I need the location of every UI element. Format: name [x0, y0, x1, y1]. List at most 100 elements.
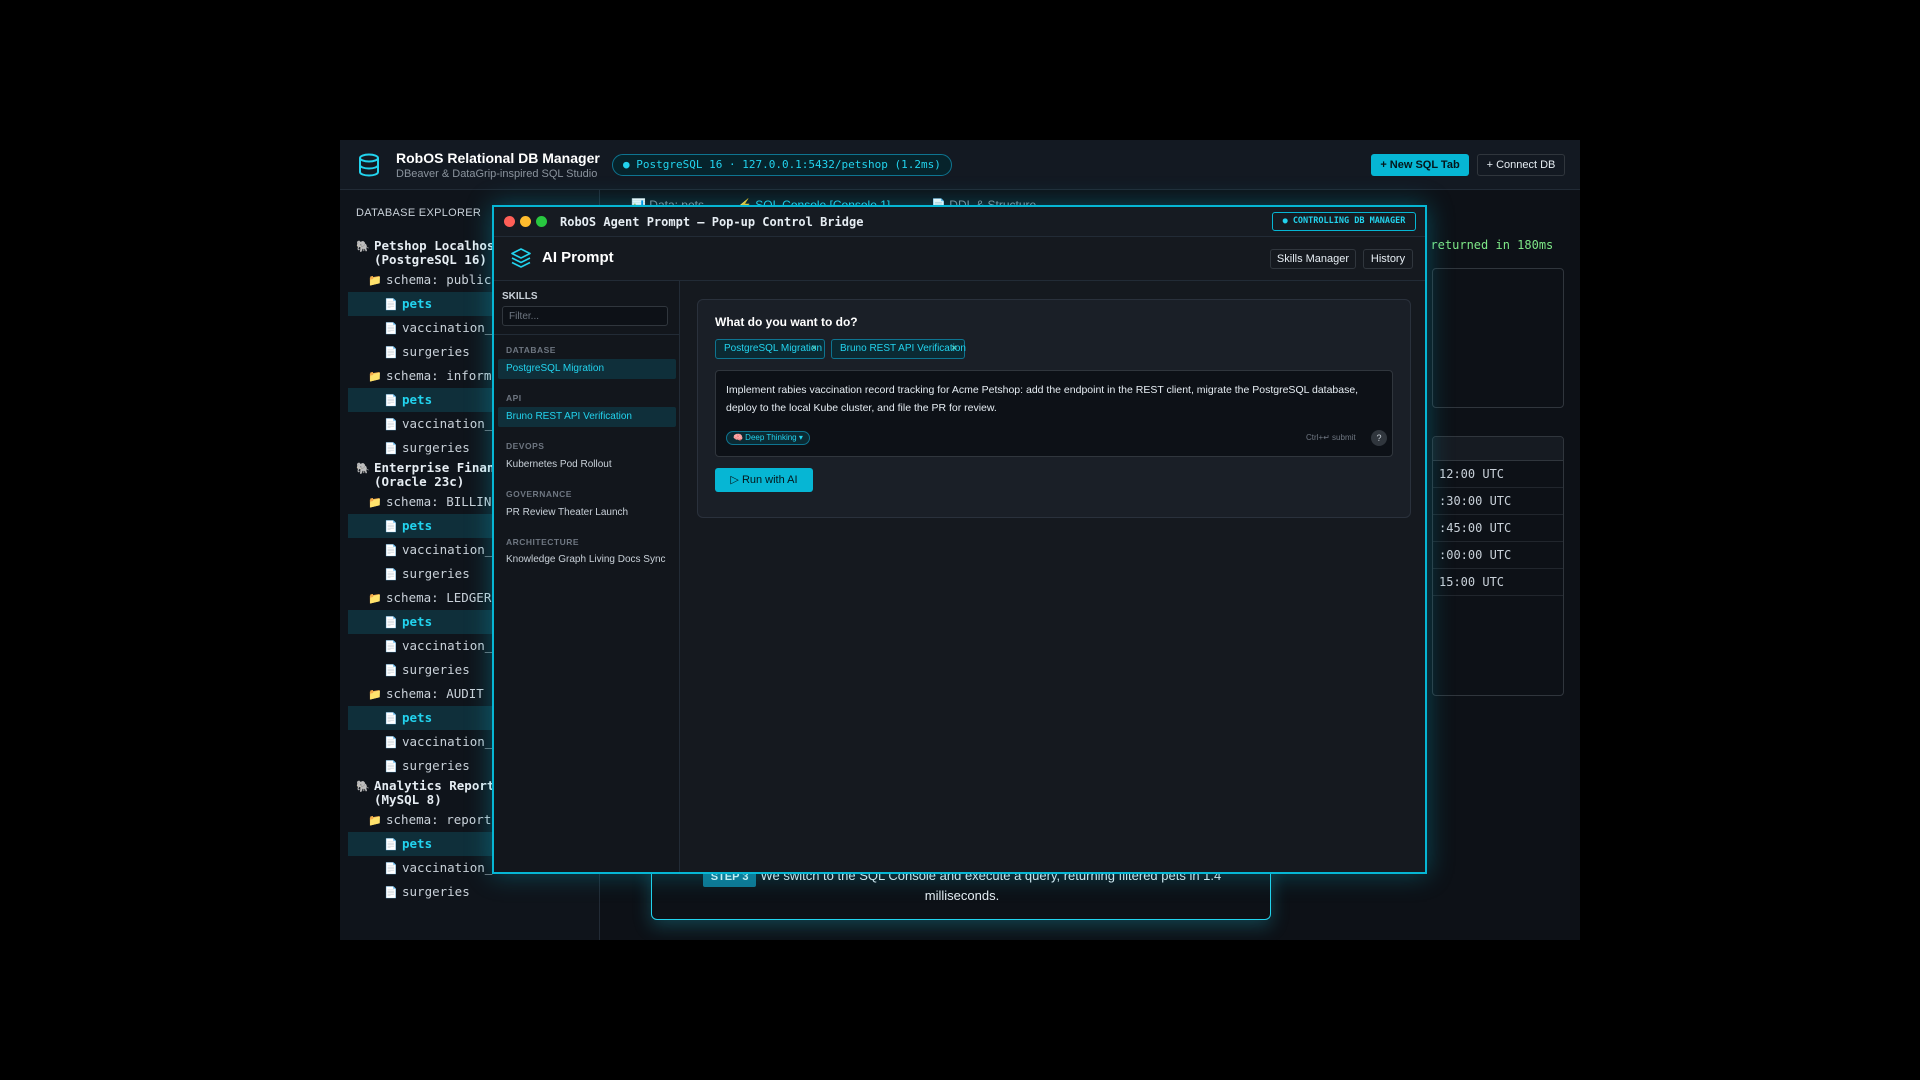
file-icon: 📄 — [384, 712, 398, 725]
table-row[interactable]: :45:00 UTC — [1433, 515, 1563, 542]
tree-database-node[interactable]: 🐘 Petshop Localhost (PostgreSQL 16) — [356, 238, 502, 268]
tree-table-node[interactable]: 📄 surgeries — [384, 658, 470, 682]
database-name: Analytics Report — [374, 778, 495, 793]
file-icon: 📄 — [384, 664, 398, 677]
maximize-window-button[interactable] — [536, 216, 547, 227]
tree-table-node[interactable]: 📄 surgeries — [384, 562, 470, 586]
skills-manager-button[interactable]: Skills Manager — [1270, 249, 1356, 269]
elephant-icon: 🐘 — [356, 780, 370, 793]
skill-item[interactable]: Bruno REST API Verification — [498, 407, 676, 427]
skill-category-label: API — [506, 393, 522, 403]
file-icon: 📄 — [384, 298, 398, 311]
skills-filter-input[interactable] — [502, 306, 668, 326]
tree-table-node[interactable]: 📄 vaccination_ — [384, 538, 492, 562]
help-button[interactable]: ? — [1371, 430, 1387, 446]
tree-table-node[interactable]: 📄 surgeries — [384, 340, 470, 364]
skill-item[interactable]: PostgreSQL Migration — [498, 359, 676, 379]
tree-schema-node[interactable]: 📁 schema: LEDGER — [368, 586, 491, 610]
connect-db-button[interactable]: + Connect DB — [1477, 154, 1565, 176]
database-icon — [359, 153, 379, 177]
table-row[interactable]: 12:00 UTC — [1433, 461, 1563, 488]
skill-item[interactable]: Knowledge Graph Living Docs Sync — [498, 551, 676, 579]
tree-schema-node[interactable]: 📁 schema: public — [368, 268, 491, 292]
tree-table-node[interactable]: 📄 surgeries — [384, 436, 470, 460]
minimize-window-button[interactable] — [520, 216, 531, 227]
database-name: Enterprise Finan — [374, 460, 495, 475]
tree-node-label: surgeries — [402, 566, 470, 581]
prompt-card: What do you want to do? PostgreSQL Migra… — [697, 299, 1411, 518]
close-window-button[interactable] — [504, 216, 515, 227]
explorer-title: DATABASE EXPLORER — [356, 207, 482, 219]
skill-chip[interactable]: Bruno REST API Verification × — [831, 339, 966, 359]
tree-schema-node[interactable]: 📁 schema: BILLING — [368, 490, 499, 514]
tree-schema-node[interactable]: 📁 schema: informa — [368, 364, 499, 388]
table-row[interactable]: 15:00 UTC — [1433, 569, 1563, 596]
deep-thinking-toggle[interactable]: 🧠 Deep Thinking ▾ — [726, 431, 810, 445]
run-with-ai-button[interactable]: ▷ Run with AI — [715, 468, 813, 492]
skill-chip[interactable]: PostgreSQL Migration × — [715, 339, 825, 359]
connection-status-badge[interactable]: ● PostgreSQL 16 · 127.0.0.1:5432/petshop… — [612, 154, 952, 176]
tree-schema-node[interactable]: 📁 schema: report — [368, 808, 491, 832]
database-name: Petshop Localhost — [374, 238, 502, 253]
skills-panel: SKILLS DATABASE PostgreSQL Migration API Br… — [494, 281, 680, 872]
tree-node-label: surgeries — [402, 662, 470, 677]
file-icon: 📄 — [384, 394, 398, 407]
folder-icon: 📁 — [368, 814, 382, 827]
tree-node-label: surgeries — [402, 884, 470, 899]
tree-node-label: vaccination_ — [402, 638, 493, 653]
history-button[interactable]: History — [1363, 249, 1413, 269]
skill-item[interactable]: Kubernetes Pod Rollout — [498, 455, 676, 475]
agent-prompt-modal: RobOS Agent Prompt — Pop-up Control Brid… — [492, 205, 1427, 874]
table-row[interactable]: :00:00 UTC — [1433, 542, 1563, 569]
tree-database-node[interactable]: 🐘 Enterprise Finan (Oracle 23c) — [356, 460, 494, 490]
table-row[interactable]: :30:00 UTC — [1433, 488, 1563, 515]
tree-node-label: pets — [402, 518, 433, 533]
new-sql-tab-button[interactable]: + New SQL Tab — [1371, 154, 1469, 176]
folder-icon: 📁 — [368, 688, 382, 701]
tree-node-label: schema: LEDGER — [386, 590, 492, 605]
folder-icon: 📁 — [368, 274, 382, 287]
tree-table-node[interactable]: 📄 surgeries — [384, 754, 470, 778]
tree-node-label: vaccination_ — [402, 320, 493, 335]
layers-icon — [511, 248, 531, 268]
tree-table-node[interactable]: 📄 vaccination_ — [384, 730, 492, 754]
file-icon: 📄 — [384, 862, 398, 875]
file-icon: 📄 — [384, 838, 398, 851]
sql-editor[interactable] — [1432, 268, 1564, 408]
tree-node-label: surgeries — [402, 758, 470, 773]
file-icon: 📄 — [384, 736, 398, 749]
file-icon: 📄 — [384, 418, 398, 431]
file-icon: 📄 — [384, 760, 398, 773]
file-icon: 📄 — [384, 442, 398, 455]
tree-table-node[interactable]: 📄 vaccination_ — [384, 634, 492, 658]
file-icon: 📄 — [384, 520, 398, 533]
file-icon: 📄 — [384, 568, 398, 581]
tree-table-node[interactable]: 📄 vaccination_ — [384, 316, 492, 340]
tree-node-label: surgeries — [402, 344, 470, 359]
tree-node-label: pets — [402, 836, 433, 851]
skill-chip-label: PostgreSQL Migration — [724, 343, 823, 354]
tree-node-label: surgeries — [402, 440, 470, 455]
tree-table-node[interactable]: 📄 vaccination_ — [384, 412, 492, 436]
tree-table-node[interactable]: 📄 surgeries — [384, 880, 470, 904]
folder-icon: 📁 — [368, 370, 382, 383]
result-grid: 12:00 UTC:30:00 UTC:45:00 UTC:00:00 UTC 1… — [1432, 436, 1564, 696]
skill-item[interactable]: PR Review Theater Launch — [498, 503, 676, 523]
remove-chip-icon[interactable]: × — [951, 340, 957, 358]
tree-node-label: pets — [402, 614, 433, 629]
folder-icon: 📁 — [368, 592, 382, 605]
prompt-textarea[interactable]: Implement rabies vaccination record trac… — [715, 370, 1393, 457]
modal-titlebar[interactable]: RobOS Agent Prompt — Pop-up Control Brid… — [494, 207, 1425, 237]
tree-node-label: vaccination_ — [402, 542, 493, 557]
prompt-text[interactable]: Implement rabies vaccination record trac… — [726, 381, 1366, 417]
tree-database-node[interactable]: 🐘 Analytics Report (MySQL 8) — [356, 778, 494, 808]
remove-chip-icon[interactable]: × — [811, 340, 817, 358]
tree-schema-node[interactable]: 📁 schema: AUDIT — [368, 682, 484, 706]
database-engine: (Oracle 23c) — [374, 474, 465, 489]
submit-shortcut-hint: Ctrl+↵ submit — [1306, 433, 1356, 442]
skill-category-label: DEVOPS — [506, 441, 545, 451]
skill-category-label: DATABASE — [506, 345, 556, 355]
skills-title: SKILLS — [502, 291, 538, 302]
database-engine: (PostgreSQL 16) — [374, 252, 487, 267]
tree-node-label: pets — [402, 392, 433, 407]
